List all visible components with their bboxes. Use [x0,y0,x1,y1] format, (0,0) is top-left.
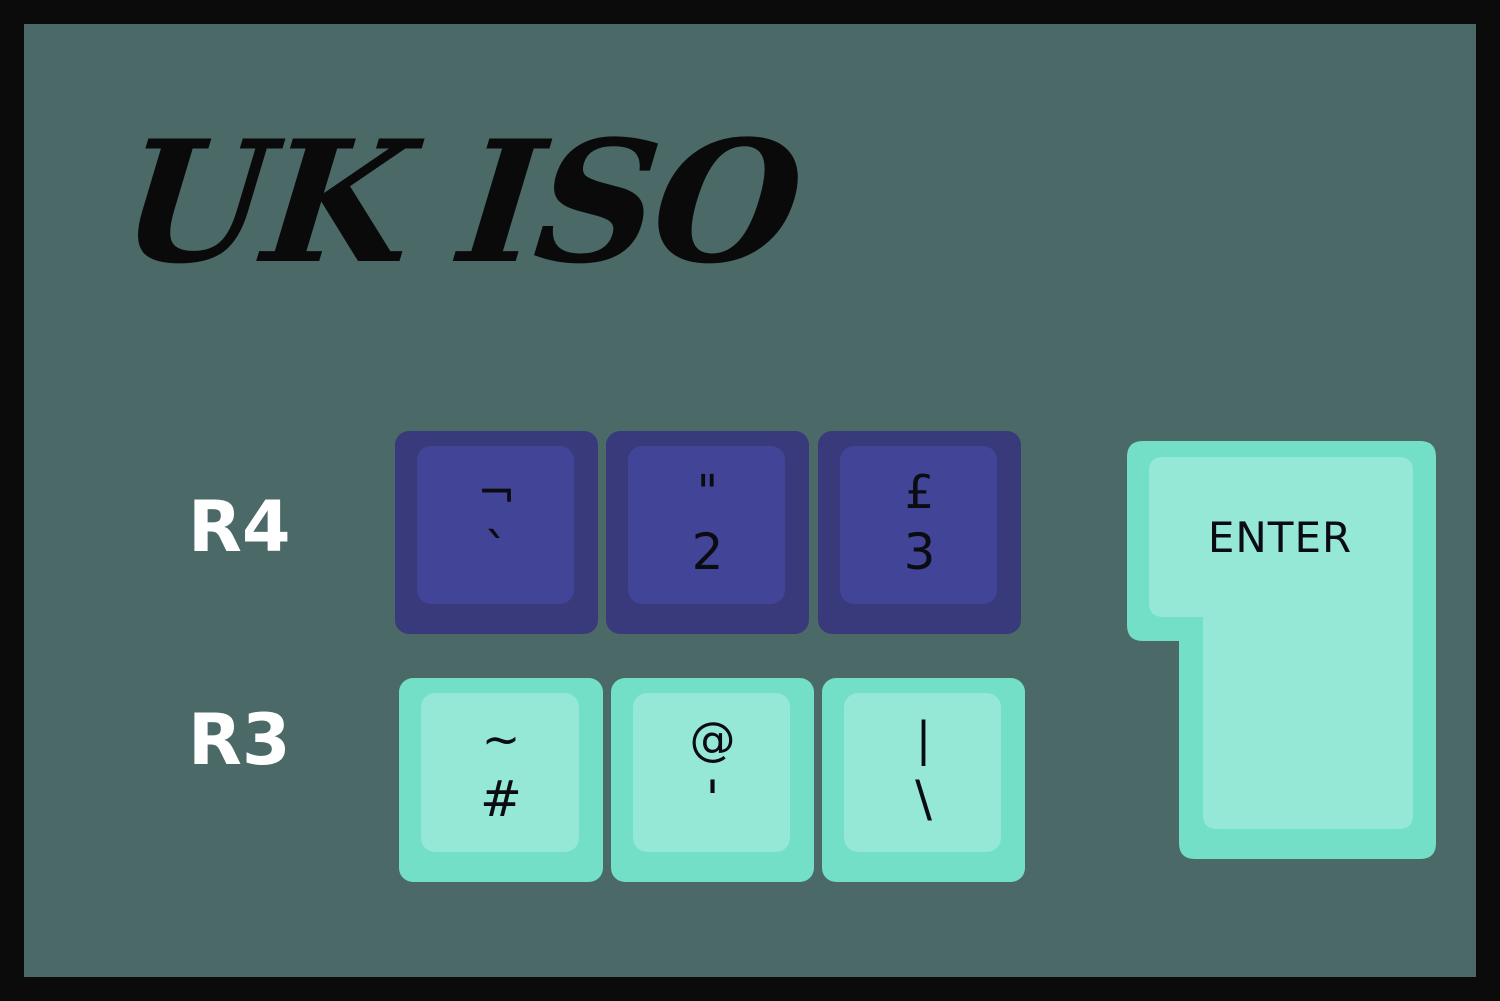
enter-key [1127,441,1436,859]
row-label-r4: R4 [188,486,291,568]
key-legend-bottom: ' [705,770,720,828]
key-legend-top: @ [689,712,736,766]
key-legend-top: ~ [481,712,521,766]
key-legend-bottom: ` [484,523,509,581]
key-r3-2: @ ' [611,678,814,882]
key-legend-bottom: 3 [903,523,936,581]
key-legend-bottom: \ [915,770,932,828]
key-legend-bottom: # [480,770,522,828]
key-r3-3: | \ [822,678,1025,882]
diagram-title: UK ISO [113,103,808,301]
key-legend-top: " [696,465,719,519]
key-r3-1: ~ # [399,678,603,882]
enter-key-label: ENTER [1207,513,1353,562]
row-label-r3: R3 [188,699,291,781]
key-r4-2: " 2 [606,431,809,634]
key-legend-top: ¬ [477,465,516,519]
key-legend-top: | [915,712,932,766]
key-r4-1: ¬ ` [395,431,598,634]
enter-key-shape [1127,441,1436,859]
key-r4-3: £ 3 [818,431,1021,634]
key-legend-bottom: 2 [691,523,724,581]
key-legend-top: £ [904,465,935,519]
